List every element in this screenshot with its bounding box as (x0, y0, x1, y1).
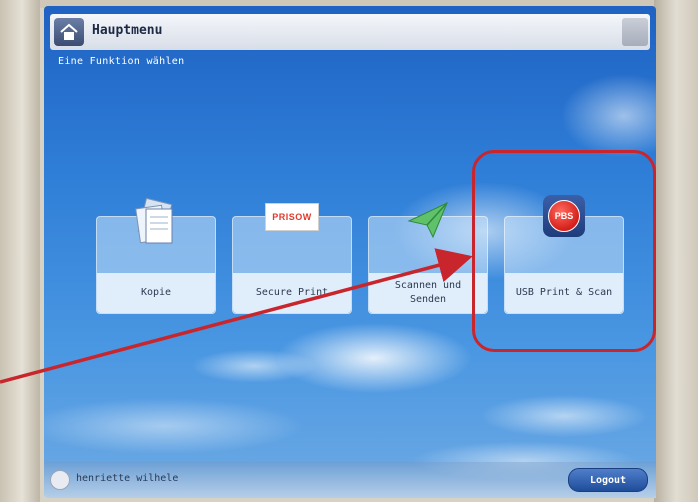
logged-in-user: henriette wilhele (76, 473, 179, 484)
title-bar-corner-button[interactable] (622, 18, 648, 46)
status-bar: henriette wilhele Logout (44, 462, 656, 498)
highlight-box (472, 150, 656, 352)
tile-secure-print[interactable]: PRISOW Secure Print (232, 203, 352, 314)
title-bar: Hauptmenu (50, 14, 650, 50)
tile-scannen-und-senden[interactable]: Scannen und Senden (368, 201, 488, 314)
tile-label: Scannen und Senden (369, 273, 487, 313)
tile-label: Secure Print (233, 273, 351, 313)
device-bezel-left (0, 0, 40, 502)
home-menu-icon[interactable] (54, 18, 84, 46)
tile-kopie[interactable]: Kopie (96, 197, 216, 314)
copy-documents-icon (128, 195, 184, 255)
page-title: Hauptmenu (92, 23, 163, 38)
logout-button[interactable]: Logout (568, 468, 648, 492)
paper-plane-icon (403, 195, 453, 249)
logout-label: Logout (589, 474, 627, 486)
secure-print-logo-text: PRISOW (265, 203, 319, 231)
tile-label: Kopie (97, 273, 215, 313)
instruction-text: Eine Funktion wählen (58, 56, 185, 67)
secure-print-logo-icon: PRISOW (265, 203, 319, 231)
user-icon (50, 470, 70, 490)
device-bezel-right (654, 0, 698, 502)
